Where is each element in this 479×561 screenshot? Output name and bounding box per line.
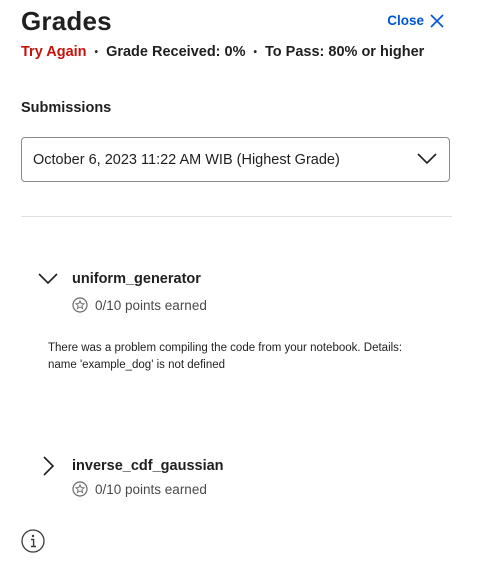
feedback-line: name 'example_dog' is not defined xyxy=(48,359,226,371)
grade-received: Grade Received: 0% xyxy=(106,44,246,60)
grade-item-toggle[interactable]: inverse_cdf_gaussian xyxy=(38,456,224,476)
grade-item-name: uniform_generator xyxy=(72,271,201,287)
page-title: Grades xyxy=(21,6,112,36)
info-icon xyxy=(21,529,45,553)
grade-item-name: inverse_cdf_gaussian xyxy=(72,458,224,474)
chevron-down-icon xyxy=(417,153,437,165)
submission-select-value: October 6, 2023 11:22 AM WIB (Highest Gr… xyxy=(33,151,340,168)
star-badge-icon xyxy=(72,481,88,497)
star-badge-icon xyxy=(72,297,88,313)
feedback-line: There was a problem compiling the code f… xyxy=(48,342,403,354)
points-text: 0/10 points earned xyxy=(95,481,207,497)
grade-feedback: There was a problem compiling the code f… xyxy=(48,340,446,374)
submission-select[interactable]: October 6, 2023 11:22 AM WIB (Highest Gr… xyxy=(21,137,450,182)
grade-item-points: 0/10 points earned xyxy=(72,297,207,313)
result-status: Try Again xyxy=(21,44,87,60)
grade-status-line: Try Again • Grade Received: 0% • To Pass… xyxy=(21,44,424,60)
points-text: 0/10 points earned xyxy=(95,297,207,313)
submissions-label: Submissions xyxy=(21,100,112,116)
info-button[interactable] xyxy=(21,529,45,558)
close-button[interactable]: Close xyxy=(387,13,444,28)
divider xyxy=(21,216,452,217)
separator-dot: • xyxy=(253,46,258,58)
separator-dot: • xyxy=(94,46,99,58)
grade-item-points: 0/10 points earned xyxy=(72,481,207,497)
chevron-down-icon xyxy=(38,273,58,285)
pass-threshold: To Pass: 80% or higher xyxy=(265,44,425,60)
close-icon xyxy=(430,13,444,28)
chevron-right-icon xyxy=(43,456,55,476)
grade-item-toggle[interactable]: uniform_generator xyxy=(38,271,201,287)
close-label: Close xyxy=(387,13,424,28)
